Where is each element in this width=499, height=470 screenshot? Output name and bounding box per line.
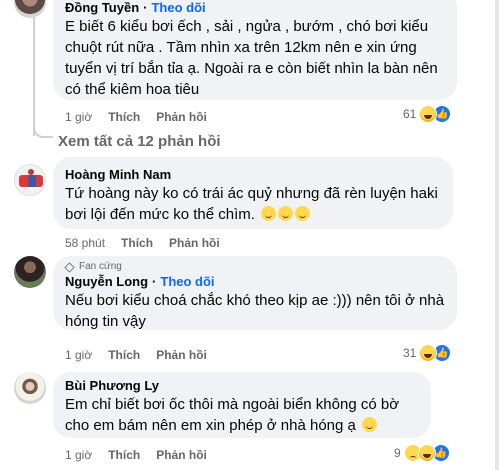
reaction-summary[interactable]: 9 👍 (394, 444, 450, 462)
comment-text: Em chỉ biết bơi ốc thôi mà ngoài biển kh… (65, 394, 419, 436)
like-button[interactable]: Thích (121, 236, 153, 250)
avatar[interactable] (14, 164, 46, 196)
top-fan-badge[interactable]: Fan cứng (64, 260, 445, 274)
smile-emoji-icon (278, 206, 294, 221)
avatar[interactable] (14, 256, 46, 288)
timestamp[interactable]: 58 phút (65, 236, 105, 250)
moved-face-emoji-icon (362, 417, 378, 432)
comment-text-content: Em chỉ biết bơi ốc thôi mà ngoài biển kh… (65, 396, 400, 434)
like-button[interactable]: Thích (108, 448, 140, 462)
comment-text: E biết 6 kiểu bơi ếch , sải , ngửa , bướ… (65, 18, 438, 98)
separator-dot: · (152, 274, 157, 289)
comment-actions: 1 giờ Thích Phản hồi (65, 348, 207, 362)
reply-button[interactable]: Phản hồi (156, 110, 207, 124)
comment-header: Đồng Tuyền · Theo dõi (65, 0, 445, 16)
comment-actions: 58 phút Thích Phản hồi (65, 236, 220, 250)
reply-button[interactable]: Phản hồi (169, 236, 220, 250)
avatar[interactable] (14, 372, 46, 404)
smile-emoji-icon (295, 206, 311, 221)
author-name[interactable]: Nguyễn Long (65, 274, 148, 290)
badge-label: Fan cứng (79, 261, 122, 272)
comment-actions: 1 giờ Thích Phản hồi (65, 448, 207, 462)
separator-dot: · (143, 0, 148, 15)
reaction-count: 61 (403, 107, 417, 121)
smile-emoji-icon (261, 206, 277, 221)
comment-bubble: Bùi Phương Ly Em chỉ biết bơi ốc thôi mà… (53, 372, 431, 438)
comment-text: Nếu bơi kiểu choá chắc khó theo kịp ae :… (65, 292, 445, 330)
like-button[interactable]: Thích (108, 110, 140, 124)
reply-button[interactable]: Phản hồi (156, 348, 207, 362)
follow-button[interactable]: Theo dõi (160, 274, 214, 290)
reaction-count: 31 (403, 346, 417, 360)
scrollbar-track[interactable] (495, 0, 499, 470)
comment-header: Bùi Phương Ly (65, 378, 419, 394)
comment-text-content: Tứ hoàng này ko có trái ác quỷ nhưng đã … (65, 185, 438, 223)
reaction-summary[interactable]: 61 👍 (403, 105, 452, 123)
reaction-summary[interactable]: 31 👍 (403, 344, 452, 362)
comment-bubble: Đồng Tuyền · Theo dõi E biết 6 kiểu bơi … (53, 0, 457, 100)
follow-button[interactable]: Theo dõi (151, 0, 205, 16)
comment-bubble: Hoàng Minh Nam Tứ hoàng này ko có trái á… (53, 157, 453, 229)
view-all-replies-link[interactable]: Xem tất cả 12 phản hồi (58, 133, 221, 150)
comment-bubble: Fan cứng Nguyễn Long · Theo dõi Nếu bơi … (53, 256, 457, 330)
author-name[interactable]: Hoàng Minh Nam (65, 167, 171, 183)
diamond-icon (64, 261, 75, 273)
comment-actions: 1 giờ Thích Phản hồi (65, 110, 207, 124)
reply-thread-hook (33, 118, 53, 138)
haha-reaction-icon (417, 444, 436, 462)
timestamp[interactable]: 1 giờ (65, 448, 92, 462)
comment-header: Hoàng Minh Nam (65, 167, 441, 183)
author-name[interactable]: Đồng Tuyền (65, 0, 139, 16)
author-name[interactable]: Bùi Phương Ly (65, 378, 159, 394)
timestamp[interactable]: 1 giờ (65, 348, 92, 362)
comment-header: Nguyễn Long · Theo dõi (65, 274, 445, 290)
timestamp[interactable]: 1 giờ (65, 110, 92, 124)
reply-button[interactable]: Phản hồi (156, 448, 207, 462)
like-button[interactable]: Thích (108, 348, 140, 362)
comment-text: Tứ hoàng này ko có trái ác quỷ nhưng đã … (65, 183, 441, 225)
reaction-count: 9 (394, 446, 401, 460)
avatar-flag (19, 175, 43, 187)
reply-thread-line (33, 0, 35, 136)
avatar[interactable] (14, 0, 46, 18)
